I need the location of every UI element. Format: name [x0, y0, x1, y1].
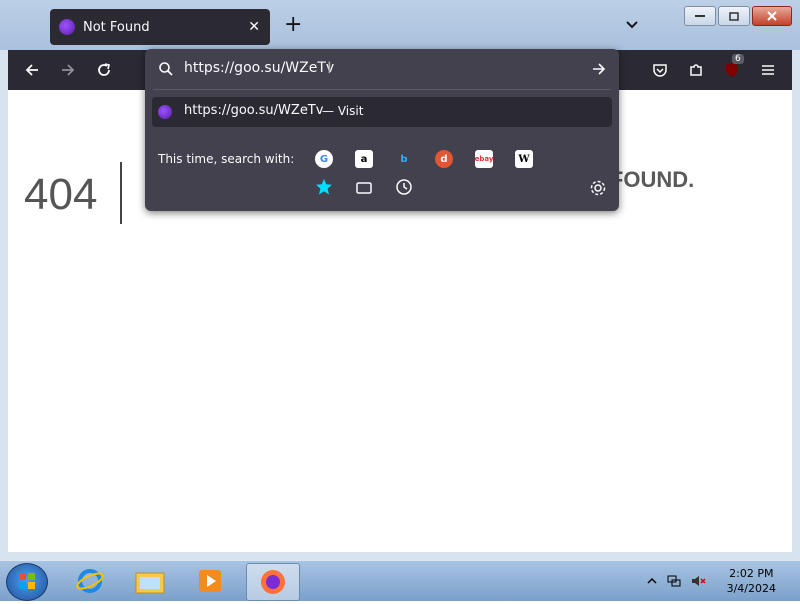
maximize-button[interactable]: [718, 6, 750, 26]
new-tab-button[interactable]: +: [284, 13, 302, 37]
gear-icon[interactable]: [589, 179, 607, 197]
url-suggestion[interactable]: https://goo.su/WZeTv — Visit: [152, 97, 612, 127]
close-icon: [767, 11, 777, 21]
tab-title: Not Found: [83, 19, 150, 35]
extensions-button[interactable]: [684, 58, 708, 82]
urlbar-dropdown: https://goo.su/WZeTv I https://goo.su/WZ…: [145, 49, 619, 211]
tabs-icon[interactable]: [355, 179, 373, 197]
pocket-icon: [653, 64, 667, 77]
extension-badge: 6: [732, 54, 744, 64]
firefox-icon[interactable]: [246, 563, 300, 601]
google-icon[interactable]: G: [315, 150, 333, 168]
ebay-icon[interactable]: ebay: [475, 150, 493, 168]
reload-icon: [98, 63, 110, 76]
hamburger-icon: [762, 65, 774, 75]
url-text[interactable]: https://goo.su/WZeTv: [184, 60, 334, 76]
forward-arrow-icon: [62, 64, 75, 76]
chevron-down-icon[interactable]: [624, 16, 640, 32]
maximize-icon: [729, 11, 739, 21]
tab-close-icon[interactable]: ✕: [248, 19, 260, 35]
search-with-label: This time, search with:: [158, 152, 295, 166]
media-player-icon[interactable]: [184, 563, 236, 599]
volume-muted-icon[interactable]: [690, 573, 706, 589]
url-input[interactable]: https://goo.su/WZeTv I: [145, 49, 619, 89]
windows-logo-icon: [19, 573, 35, 589]
window-controls: [684, 6, 792, 26]
search-icon: [159, 62, 173, 76]
separator: [153, 89, 611, 90]
network-icon[interactable]: [666, 573, 682, 589]
forward-button[interactable]: [56, 58, 80, 82]
back-arrow-icon: [25, 64, 38, 76]
tab-not-found[interactable]: Not Found ✕: [50, 9, 270, 45]
go-arrow-icon[interactable]: [591, 61, 607, 77]
history-icon[interactable]: [395, 178, 413, 196]
back-button[interactable]: [20, 58, 44, 82]
tray-expand-icon[interactable]: [644, 573, 660, 589]
ublock-icon: [726, 63, 738, 77]
duckduckgo-icon[interactable]: d: [435, 150, 453, 168]
reload-button[interactable]: [92, 58, 116, 82]
site-favicon-icon: [158, 105, 172, 119]
error-divider: [120, 162, 122, 224]
bookmarks-icon[interactable]: [315, 178, 333, 196]
text-cursor-icon: I: [327, 58, 332, 77]
error-code: 404: [24, 170, 98, 219]
puzzle-icon: [690, 64, 702, 76]
tab-strip: Not Found ✕ +: [0, 0, 800, 50]
clock-date: 3/4/2024: [726, 582, 776, 595]
suggestion-url: https://goo.su/WZeTv: [184, 103, 324, 118]
minimize-icon: [695, 15, 705, 17]
wikipedia-icon[interactable]: W: [515, 150, 533, 168]
explorer-icon[interactable]: [124, 563, 176, 599]
suggestion-action: — Visit: [322, 104, 364, 118]
site-favicon-icon: [59, 19, 75, 35]
taskbar: 2:02 PM 3/4/2024: [0, 560, 800, 601]
clock-time: 2:02 PM: [729, 567, 774, 580]
start-button[interactable]: [6, 563, 48, 601]
amazon-icon[interactable]: a: [355, 150, 373, 168]
pocket-button[interactable]: [648, 58, 672, 82]
ie-icon[interactable]: [64, 563, 116, 599]
minimize-button[interactable]: [684, 6, 716, 26]
ublock-button[interactable]: 6: [720, 54, 744, 82]
system-clock[interactable]: 2:02 PM 3/4/2024: [727, 566, 776, 596]
close-window-button[interactable]: [752, 6, 792, 26]
menu-button[interactable]: [756, 58, 780, 82]
bing-icon[interactable]: b: [395, 150, 413, 168]
